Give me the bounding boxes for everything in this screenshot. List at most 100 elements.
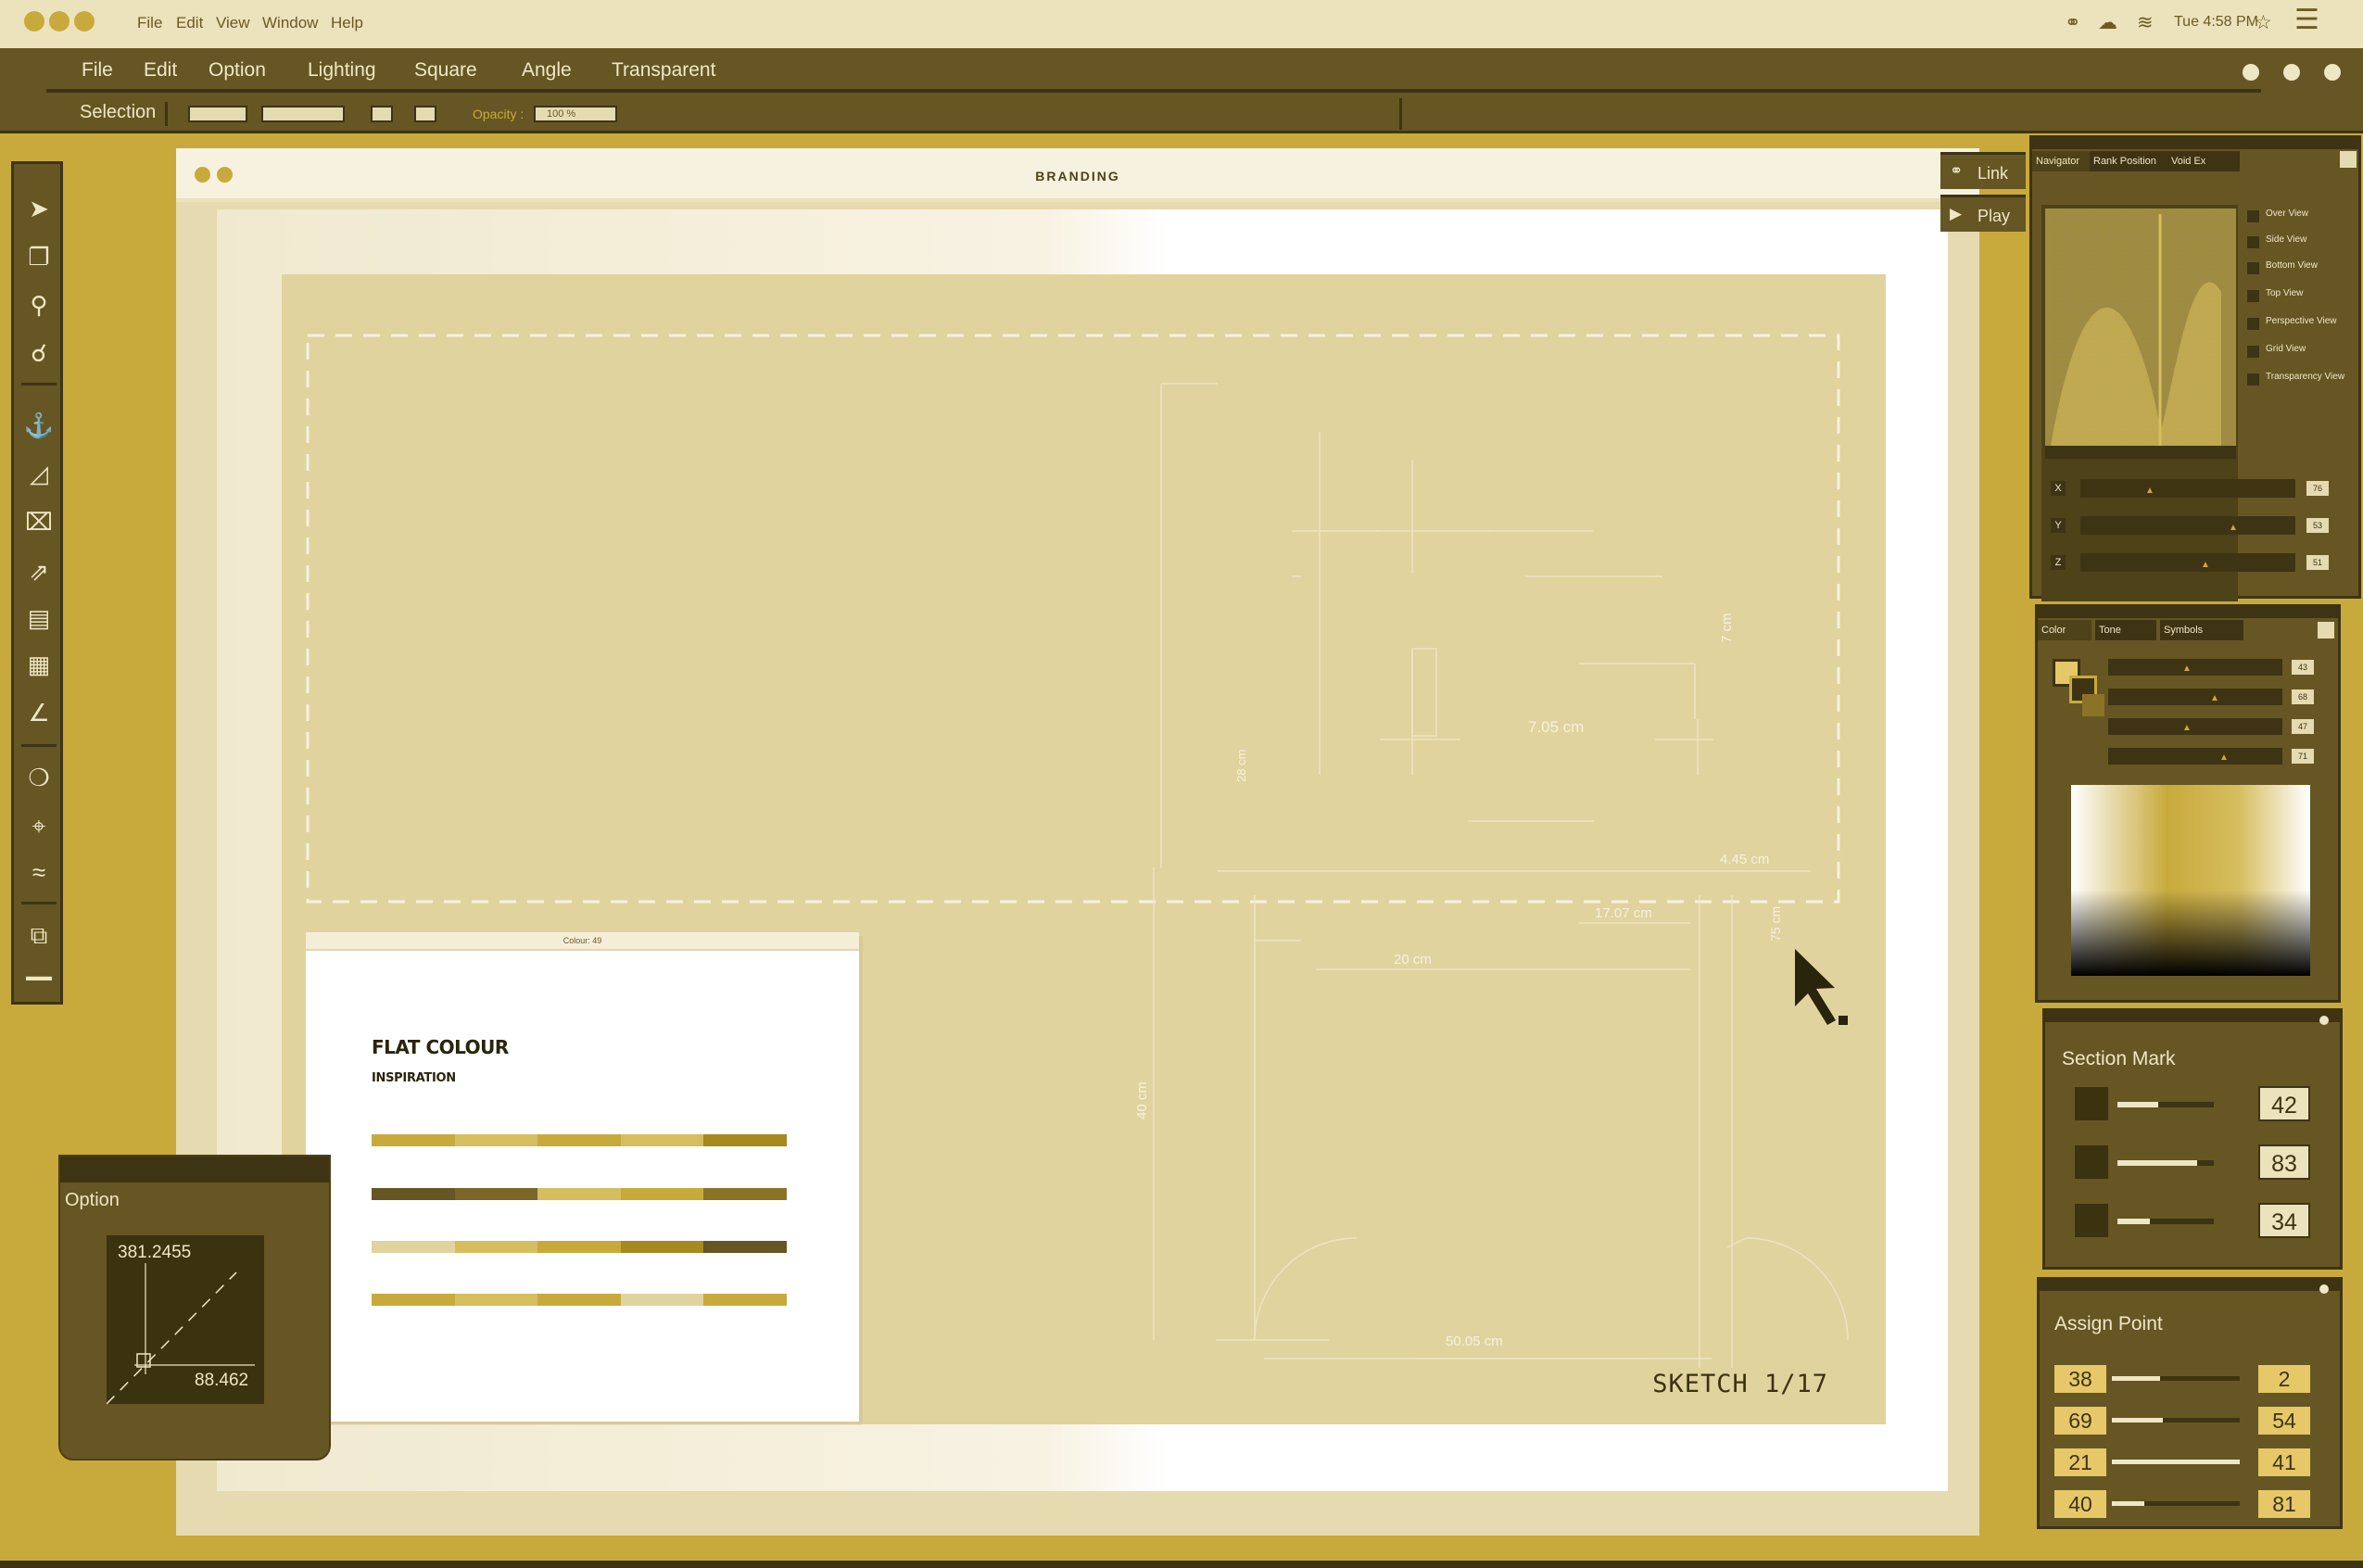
slider-thumb-icon[interactable]: ▲ [2182, 723, 2192, 733]
sys-menu-view[interactable]: View [216, 14, 250, 32]
tab-symbols[interactable]: Symbols [2160, 620, 2243, 640]
graph-icon[interactable]: ▤ [22, 601, 56, 635]
assign-point-close-dot[interactable] [2319, 1284, 2329, 1294]
tab-tone[interactable]: Tone [2095, 620, 2156, 640]
color-slider-1[interactable]: ▲ [2108, 659, 2282, 676]
crop-icon[interactable]: ⌖ [22, 809, 56, 842]
slider-thumb-icon[interactable]: ▲ [2145, 486, 2154, 496]
app-menu-angle[interactable]: Angle [522, 59, 572, 82]
colour-swatch[interactable] [703, 1294, 787, 1306]
assign-point-header[interactable] [2040, 1280, 2340, 1291]
link-icon[interactable]: ⚭ [2065, 11, 2081, 34]
warp-icon[interactable]: ≈ [22, 855, 56, 889]
section-swatch-2[interactable] [2075, 1145, 2108, 1179]
lasso-icon[interactable]: ❍ [22, 761, 56, 794]
set-square-icon[interactable]: ◿ [22, 457, 56, 490]
slider-thumb-icon[interactable]: ▲ [2219, 752, 2229, 763]
tab-color[interactable]: Color [2038, 620, 2091, 640]
assign-left-value-1[interactable]: 38 [2054, 1365, 2106, 1393]
star-icon[interactable]: ☆ [2255, 11, 2272, 34]
axis-y-value[interactable]: 53 [2306, 518, 2329, 533]
flat-colour-card[interactable]: Colour: 49 FLAT COLOUR INSPIRATION [306, 932, 859, 1422]
panel-circle-3[interactable] [2324, 64, 2341, 81]
sys-menu-help[interactable]: Help [331, 14, 363, 32]
assign-right-value-3[interactable]: 41 [2258, 1448, 2310, 1476]
app-menu-edit[interactable]: Edit [144, 59, 177, 82]
section-slider-2[interactable] [2117, 1160, 2214, 1166]
color-picker[interactable] [414, 106, 436, 122]
color-slider-2[interactable]: ▲ [2108, 689, 2282, 705]
section-value-2[interactable]: 83 [2258, 1144, 2310, 1180]
mode-icon[interactable]: ▬▬ [22, 959, 56, 993]
map-icon[interactable]: ▦ [22, 648, 56, 681]
assign-left-value-4[interactable]: 40 [2054, 1490, 2106, 1518]
color-value-2[interactable]: 68 [2292, 689, 2314, 704]
add-zoom-icon[interactable]: ☌ [22, 336, 56, 370]
magnifier-icon[interactable]: ⚲ [22, 288, 56, 322]
colour-strip-1[interactable] [372, 1134, 787, 1146]
assign-right-value-1[interactable]: 2 [2258, 1365, 2310, 1393]
app-menu-file[interactable]: File [82, 59, 113, 82]
tab-rank-position[interactable]: Rank Position [2090, 151, 2167, 171]
assign-left-value-2[interactable]: 69 [2054, 1407, 2106, 1435]
section-value-1[interactable]: 42 [2258, 1086, 2310, 1121]
colour-swatch[interactable] [620, 1241, 704, 1253]
navigator-preview[interactable] [2045, 209, 2242, 459]
tab-void-ex[interactable]: Void Ex [2167, 151, 2240, 171]
app-menu-lighting[interactable]: Lighting [308, 59, 376, 82]
app-menu-transparent[interactable]: Transparent [612, 59, 715, 82]
view-grid-checkbox[interactable] [2247, 346, 2259, 358]
app-menu-square[interactable]: Square [414, 59, 477, 82]
cloud-icon[interactable]: ☁ [2098, 11, 2117, 34]
tab-navigator[interactable]: Navigator [2032, 151, 2090, 171]
hamburger-menu-icon[interactable]: ☰ [2294, 4, 2319, 36]
app-menu-option[interactable]: Option [208, 59, 266, 82]
section-value-3[interactable]: 34 [2258, 1203, 2310, 1238]
colour-swatch[interactable] [454, 1188, 538, 1200]
assign-slider-4[interactable] [2112, 1501, 2240, 1506]
view-over-checkbox[interactable] [2247, 210, 2259, 222]
axis-x-value[interactable]: 76 [2306, 481, 2329, 496]
slider-thumb-icon[interactable]: ▲ [2201, 560, 2210, 570]
colour-swatch[interactable] [703, 1241, 787, 1253]
section-slider-1[interactable] [2117, 1102, 2214, 1107]
slider-thumb-icon[interactable]: ▲ [2229, 523, 2238, 533]
navigate-arrow-icon[interactable]: ➤ [22, 192, 56, 225]
colour-swatch[interactable] [454, 1294, 538, 1306]
colour-strip-4[interactable] [372, 1294, 787, 1306]
color-field-picker[interactable] [2071, 785, 2310, 976]
colour-swatch[interactable] [372, 1134, 455, 1146]
window-minimize-dot[interactable] [49, 11, 70, 32]
link-button[interactable]: ⚭ Link [1940, 152, 2026, 189]
fill-field[interactable] [261, 106, 345, 122]
tertiary-swatch[interactable] [2082, 694, 2104, 716]
assign-slider-3[interactable] [2112, 1460, 2240, 1464]
colour-swatch[interactable] [620, 1188, 704, 1200]
anchor-icon[interactable]: ⚓ [22, 409, 56, 442]
slider-thumb-icon[interactable]: ▲ [2210, 693, 2219, 703]
colour-swatch[interactable] [703, 1188, 787, 1200]
window-close-dot[interactable] [24, 11, 44, 32]
axis-x-slider[interactable]: ▲ [2080, 479, 2295, 498]
color-panel-header[interactable] [2038, 607, 2338, 618]
shape-picker[interactable] [371, 106, 393, 122]
stroke-field[interactable] [188, 106, 247, 122]
section-swatch-1[interactable] [2075, 1087, 2108, 1120]
colour-swatch[interactable] [703, 1134, 787, 1146]
panel-circle-2[interactable] [2283, 64, 2300, 81]
colour-swatch[interactable] [537, 1294, 621, 1306]
colour-swatch[interactable] [537, 1134, 621, 1146]
axis-y-slider[interactable]: ▲ [2080, 516, 2295, 535]
colour-swatch[interactable] [454, 1134, 538, 1146]
angle-measure-icon[interactable]: ∠ [22, 696, 56, 729]
colour-swatch[interactable] [537, 1241, 621, 1253]
diagonal-arrow-icon[interactable]: ⇗ [22, 555, 56, 588]
view-bottom-checkbox[interactable] [2247, 262, 2259, 274]
colour-strip-2[interactable] [372, 1188, 787, 1200]
coordinate-box[interactable]: 381.2455 88.462 [107, 1235, 264, 1404]
swap-colors-icon[interactable]: ⧉ [22, 918, 56, 952]
wifi-icon[interactable]: ≋ [2137, 11, 2154, 34]
color-value-1[interactable]: 43 [2292, 660, 2314, 675]
sys-menu-file[interactable]: File [137, 14, 162, 32]
option-panel-header[interactable] [60, 1157, 329, 1182]
